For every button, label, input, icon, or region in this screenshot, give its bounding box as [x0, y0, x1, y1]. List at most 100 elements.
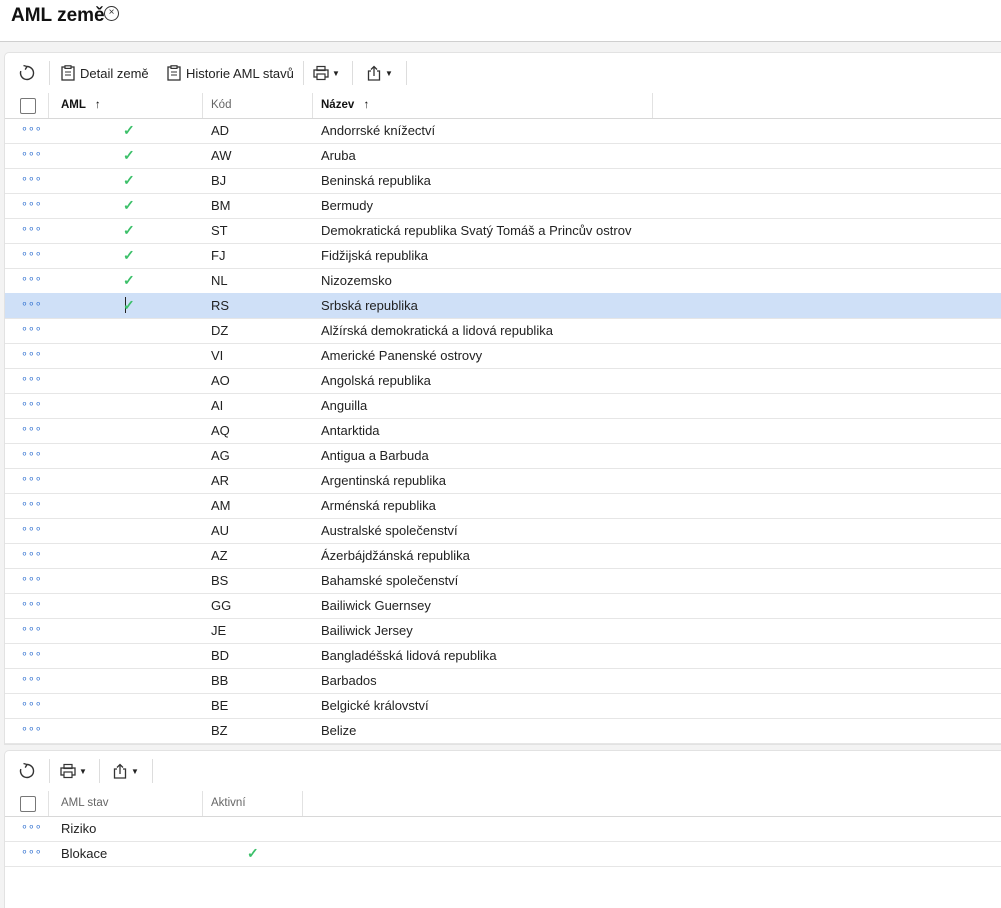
table-row[interactable]: ∘∘∘ ✓ ST Demokratická republika Svatý Tomáš…: [5, 218, 1001, 244]
table-row[interactable]: ∘∘∘ ✓ BJ Beninská republika: [5, 168, 1001, 194]
table-row[interactable]: ∘∘∘ BD Bangladéšská lidová republika: [5, 643, 1001, 669]
table-row[interactable]: ∘∘∘ JE Bailiwick Jersey: [5, 618, 1001, 644]
row-menu-icon[interactable]: ∘∘∘: [21, 618, 42, 643]
row-kod: AD: [211, 123, 230, 138]
table-row[interactable]: ∘∘∘ GG Bailiwick Guernsey: [5, 593, 1001, 619]
row-menu-icon[interactable]: ∘∘∘: [21, 543, 42, 568]
row-nazev: Beninská republika: [321, 173, 431, 188]
table-row[interactable]: ∘∘∘ AQ Antarktida: [5, 418, 1001, 444]
countries-toolbar: Detail země Historie AML stavů ▼ ▼: [5, 53, 1001, 94]
row-menu-icon[interactable]: ∘∘∘: [21, 668, 42, 693]
row-menu-icon[interactable]: ∘∘∘: [21, 493, 42, 518]
table-row[interactable]: ∘∘∘ Riziko: [5, 816, 1001, 842]
close-tab-icon[interactable]: ×: [104, 6, 119, 21]
row-nazev: Bailiwick Jersey: [321, 623, 413, 638]
row-menu-icon[interactable]: ∘∘∘: [21, 293, 42, 318]
table-row[interactable]: ∘∘∘ ✓ BM Bermudy: [5, 193, 1001, 219]
export-menu-button[interactable]: ▼: [366, 53, 393, 93]
row-menu-icon[interactable]: ∘∘∘: [21, 718, 42, 743]
row-kod: AG: [211, 448, 230, 463]
row-menu-icon[interactable]: ∘∘∘: [21, 468, 42, 493]
row-menu-icon[interactable]: ∘∘∘: [21, 593, 42, 618]
row-menu-icon[interactable]: ∘∘∘: [21, 418, 42, 443]
countries-grid-header: AML ↑ Kód Název ↑: [5, 93, 1001, 119]
table-row[interactable]: ∘∘∘ ✓ FJ Fidžijská republika: [5, 243, 1001, 269]
countries-panel: Detail země Historie AML stavů ▼ ▼ AML ↑…: [5, 53, 1001, 744]
row-menu-icon[interactable]: ∘∘∘: [21, 143, 42, 168]
table-row[interactable]: ∘∘∘ AO Angolská republika: [5, 368, 1001, 394]
row-menu-icon[interactable]: ∘∘∘: [21, 318, 42, 343]
row-menu-icon[interactable]: ∘∘∘: [21, 168, 42, 193]
row-kod: AI: [211, 398, 224, 413]
row-menu-icon[interactable]: ∘∘∘: [21, 368, 42, 393]
refresh-button[interactable]: [17, 53, 37, 93]
table-row[interactable]: ∘∘∘ DZ Alžírská demokratická a lidová repu…: [5, 318, 1001, 344]
table-row[interactable]: ∘∘∘ ✓ NL Nizozemsko: [5, 268, 1001, 294]
table-row[interactable]: ∘∘∘ Blokace ✓: [5, 841, 1001, 867]
row-menu-icon[interactable]: ∘∘∘: [21, 816, 42, 841]
row-menu-icon[interactable]: ∘∘∘: [21, 643, 42, 668]
column-nazev[interactable]: Název ↑: [321, 93, 369, 118]
refresh-button[interactable]: [17, 751, 37, 791]
checkmark-icon: ✓: [123, 147, 135, 163]
share-icon: [367, 65, 381, 81]
table-row[interactable]: ∘∘∘ AG Antigua a Barbuda: [5, 443, 1001, 469]
row-kod: BB: [211, 673, 229, 688]
column-aktivni[interactable]: Aktivní: [211, 791, 246, 816]
table-row[interactable]: ∘∘∘ AU Australské společenství: [5, 518, 1001, 544]
row-nazev: Bangladéšská lidová republika: [321, 648, 497, 663]
aml-states-panel: ▼ ▼ AML stav Aktivní ∘∘∘ Riziko ∘∘∘ Blokace…: [5, 751, 1001, 908]
document-icon: [61, 65, 75, 81]
table-row[interactable]: ∘∘∘ BE Belgické království: [5, 693, 1001, 719]
column-aml-stav[interactable]: AML stav: [61, 791, 109, 816]
checkmark-icon: ✓: [123, 247, 135, 263]
row-nazev: Bermudy: [321, 198, 374, 213]
chevron-down-icon: ▼: [79, 766, 87, 776]
column-aml[interactable]: AML ↑: [61, 93, 101, 118]
row-menu-icon[interactable]: ∘∘∘: [21, 193, 42, 218]
table-row[interactable]: ∘∘∘ BZ Belize: [5, 718, 1001, 744]
row-menu-icon[interactable]: ∘∘∘: [21, 393, 42, 418]
print-menu-button[interactable]: ▼: [313, 53, 340, 93]
export-menu-button[interactable]: ▼: [112, 751, 139, 791]
row-nazev: Bailiwick Guernsey: [321, 598, 431, 613]
table-row[interactable]: ∘∘∘ AR Argentinská republika: [5, 468, 1001, 494]
column-kod[interactable]: Kód: [211, 93, 231, 118]
row-menu-icon[interactable]: ∘∘∘: [21, 118, 42, 143]
row-nazev: Australské společenství: [321, 523, 458, 538]
table-row[interactable]: ∘∘∘ ✓ RS Srbská republika: [5, 293, 1001, 319]
row-nazev: Srbská republika: [321, 298, 418, 313]
detail-country-button[interactable]: Detail země: [61, 53, 149, 93]
row-menu-icon[interactable]: ∘∘∘: [21, 218, 42, 243]
row-menu-icon[interactable]: ∘∘∘: [21, 693, 42, 718]
row-menu-icon[interactable]: ∘∘∘: [21, 243, 42, 268]
row-menu-icon[interactable]: ∘∘∘: [21, 518, 42, 543]
aml-states-toolbar: ▼ ▼: [5, 751, 1001, 792]
detail-country-label: Detail země: [80, 65, 149, 81]
table-row[interactable]: ∘∘∘ BS Bahamské společenství: [5, 568, 1001, 594]
row-kod: FJ: [211, 248, 226, 263]
row-aml-stav: Riziko: [61, 821, 97, 836]
table-row[interactable]: ∘∘∘ ✓ AW Aruba: [5, 143, 1001, 169]
column-settings-icon[interactable]: [20, 796, 36, 812]
table-row[interactable]: ∘∘∘ ✓ AD Andorrské knížectví: [5, 118, 1001, 144]
table-row[interactable]: ∘∘∘ AZ Ázerbájdžánská republika: [5, 543, 1001, 569]
checkmark-icon: ✓: [123, 222, 135, 238]
row-nazev: Alžírská demokratická a lidová republika: [321, 323, 553, 338]
checkmark-icon: ✓: [123, 122, 135, 138]
table-row[interactable]: ∘∘∘ AI Anguilla: [5, 393, 1001, 419]
row-menu-icon[interactable]: ∘∘∘: [21, 568, 42, 593]
table-row[interactable]: ∘∘∘ VI Americké Panenské ostrovy: [5, 343, 1001, 369]
row-menu-icon[interactable]: ∘∘∘: [21, 268, 42, 293]
row-kod: BZ: [211, 723, 228, 738]
row-menu-icon[interactable]: ∘∘∘: [21, 443, 42, 468]
row-menu-icon[interactable]: ∘∘∘: [21, 841, 42, 866]
table-row[interactable]: ∘∘∘ AM Arménská republika: [5, 493, 1001, 519]
sort-asc-icon: ↑: [363, 99, 370, 111]
table-row[interactable]: ∘∘∘ BB Barbados: [5, 668, 1001, 694]
print-menu-button[interactable]: ▼: [60, 751, 87, 791]
aml-history-button[interactable]: Historie AML stavů: [167, 53, 294, 93]
row-nazev: Bahamské společenství: [321, 573, 459, 588]
row-menu-icon[interactable]: ∘∘∘: [21, 343, 42, 368]
column-settings-icon[interactable]: [20, 98, 36, 114]
